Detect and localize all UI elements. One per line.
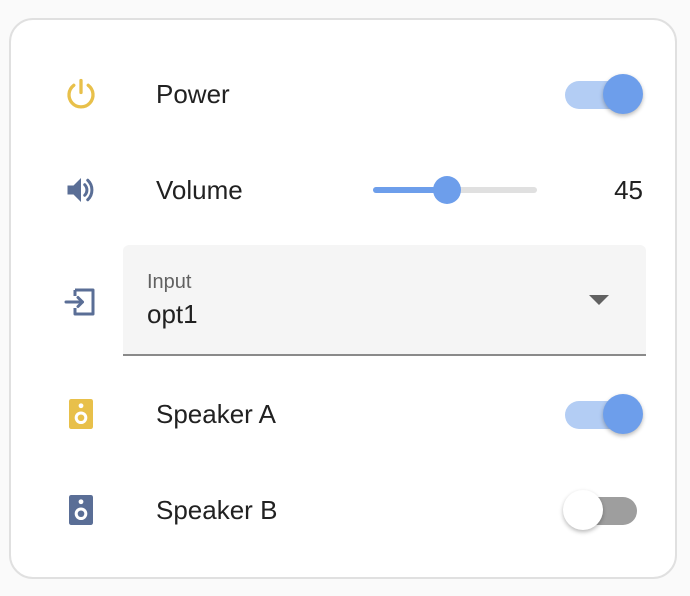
- speaker-volume-icon: [67, 178, 94, 202]
- media-control-card: Power Volume 45 Input opt1 Speaker A Spe…: [9, 18, 677, 579]
- dropdown-caret-icon[interactable]: [589, 295, 609, 305]
- power-toggle[interactable]: [563, 74, 643, 114]
- speaker-a-toggle[interactable]: [563, 394, 643, 434]
- input-select[interactable]: Input opt1: [123, 245, 646, 356]
- volume-row: Volume 45: [11, 160, 675, 220]
- input-select-value: opt1: [147, 299, 198, 329]
- speaker-b-toggle[interactable]: [563, 490, 643, 530]
- power-row: Power: [11, 64, 675, 124]
- power-label: Power: [156, 79, 230, 109]
- speaker-a-label: Speaker A: [156, 399, 276, 429]
- speaker-b-row: Speaker B: [11, 480, 675, 540]
- power-icon: [67, 78, 95, 109]
- input-icon: [64, 288, 95, 316]
- volume-value: 45: [614, 175, 643, 205]
- toggle-thumb: [603, 394, 643, 434]
- volume-label: Volume: [156, 175, 243, 205]
- speaker-b-icon: [69, 495, 93, 525]
- slider-knob[interactable]: [432, 176, 461, 204]
- speaker-b-label: Speaker B: [156, 495, 278, 525]
- toggle-thumb: [603, 74, 643, 114]
- toggle-thumb: [563, 490, 603, 530]
- speaker-a-icon: [69, 399, 93, 429]
- volume-slider[interactable]: [373, 176, 537, 204]
- speaker-a-row: Speaker A: [11, 384, 675, 444]
- input-select-label: Input: [147, 271, 192, 293]
